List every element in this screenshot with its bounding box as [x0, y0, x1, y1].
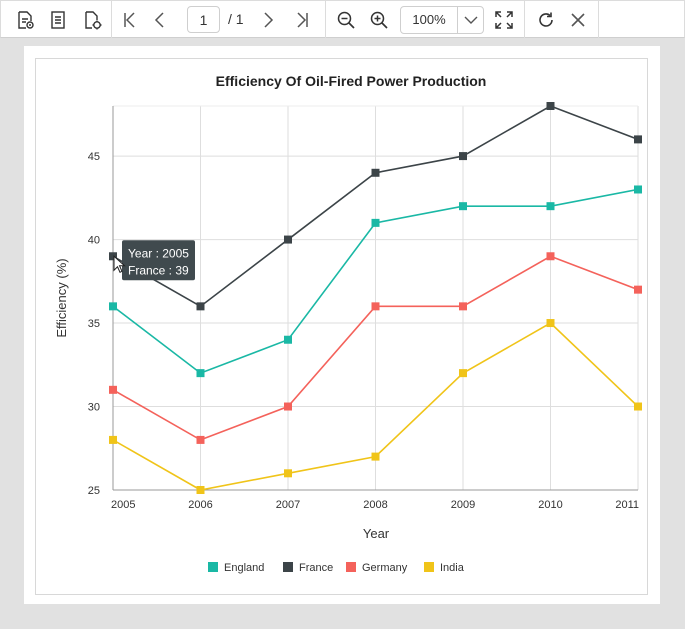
data-point-germany[interactable] — [371, 302, 380, 311]
y-tick-label: 45 — [88, 151, 100, 163]
x-tick-label: 2011 — [615, 499, 639, 511]
tooltip-line-1: Year : 2005 — [128, 246, 189, 260]
data-point-india[interactable] — [546, 319, 555, 328]
tooltip-line-2: France : 39 — [128, 263, 189, 277]
data-point-india[interactable] — [634, 402, 642, 411]
data-point-england[interactable] — [196, 369, 205, 378]
y-axis-title: Efficiency (%) — [54, 258, 69, 337]
legend-swatch — [208, 562, 218, 572]
legend-swatch — [346, 562, 356, 572]
data-point-germany[interactable] — [284, 402, 292, 411]
legend-swatch — [283, 562, 293, 572]
data-point-france[interactable] — [196, 302, 205, 311]
y-tick-label: 40 — [88, 235, 100, 247]
data-point-england[interactable] — [634, 185, 642, 194]
data-point-england[interactable] — [109, 302, 117, 311]
data-point-germany[interactable] — [196, 435, 205, 444]
y-tick-label: 30 — [88, 402, 100, 414]
legend-label[interactable]: India — [440, 562, 465, 574]
tooltip: Year : 2005 France : 39 — [113, 240, 195, 281]
data-point-germany[interactable] — [634, 285, 642, 294]
data-point-england[interactable] — [371, 218, 380, 227]
data-point-france[interactable] — [459, 152, 467, 161]
data-point-england[interactable] — [546, 202, 555, 211]
legend-label[interactable]: England — [224, 562, 264, 574]
data-point-germany[interactable] — [109, 385, 117, 394]
data-point-england[interactable] — [284, 335, 292, 344]
legend: England France Germany India — [208, 562, 465, 574]
x-tick-label: 2005 — [111, 499, 135, 511]
legend-label[interactable]: France — [299, 562, 333, 574]
data-point-india[interactable] — [196, 486, 205, 494]
axes: 25 30 35 40 45 2005 2006 2007 2008 2009 2010 2011 — [88, 106, 639, 511]
y-tick-label: 35 — [88, 318, 100, 330]
data-point-france[interactable] — [284, 235, 292, 244]
data-point-india[interactable] — [109, 435, 117, 444]
data-point-india[interactable] — [284, 469, 292, 478]
data-point-england[interactable] — [459, 202, 467, 211]
data-point-india[interactable] — [371, 452, 380, 461]
y-tick-label: 25 — [88, 485, 100, 497]
x-tick-label: 2010 — [538, 499, 562, 511]
x-axis-title: Year — [363, 526, 390, 541]
x-tick-label: 2008 — [363, 499, 387, 511]
line-chart: Efficiency Of Oil-Fired Power Production… — [54, 73, 642, 574]
x-tick-label: 2006 — [188, 499, 212, 511]
x-tick-label: 2009 — [451, 499, 475, 511]
grid — [112, 105, 639, 491]
data-point-france[interactable] — [634, 135, 642, 144]
report-viewer: / 1 10 — [0, 0, 685, 629]
data-point-germany[interactable] — [546, 252, 555, 261]
legend-label[interactable]: Germany — [362, 562, 408, 574]
legend-swatch — [424, 562, 434, 572]
data-point-germany[interactable] — [459, 302, 467, 311]
data-point-india[interactable] — [459, 369, 467, 378]
data-point-france[interactable] — [546, 102, 555, 110]
chart-title: Efficiency Of Oil-Fired Power Production — [216, 73, 487, 89]
data-point-france[interactable] — [371, 168, 380, 177]
x-tick-label: 2007 — [276, 499, 300, 511]
